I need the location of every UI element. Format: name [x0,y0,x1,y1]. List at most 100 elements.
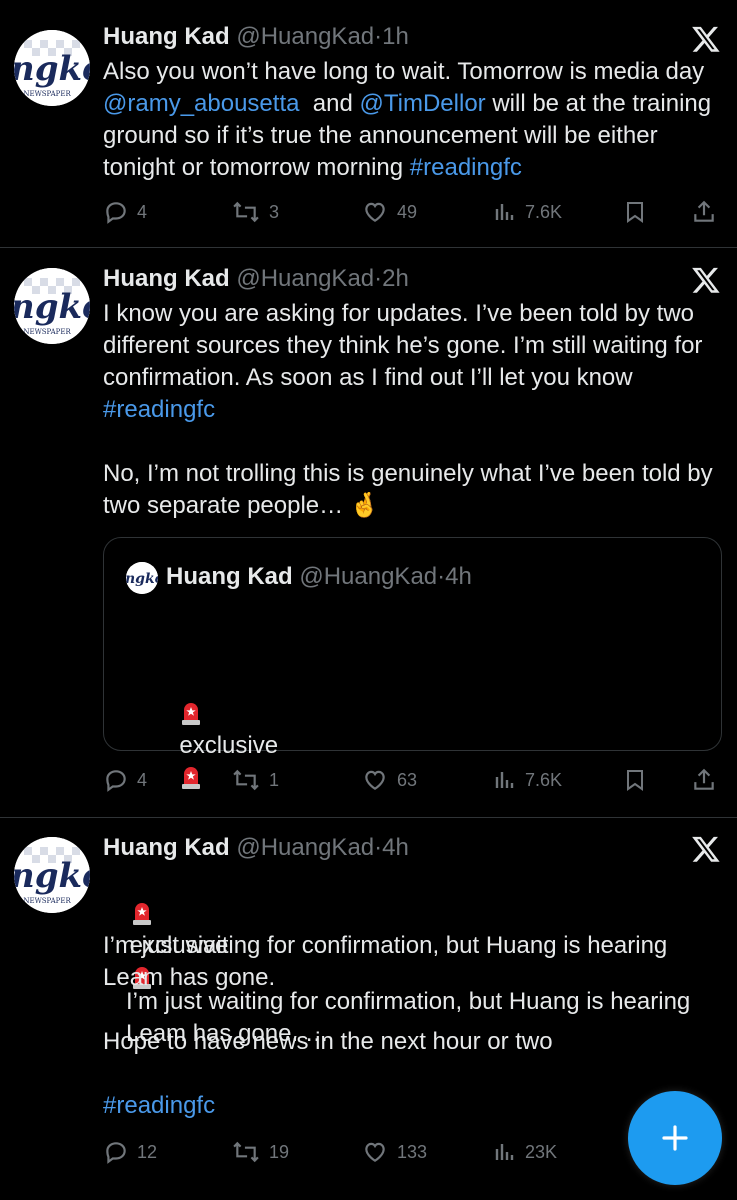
author-handle[interactable]: @HuangKad [236,23,374,50]
author-handle[interactable]: @HuangKad [236,265,374,292]
reply-count: 4 [137,201,148,222]
svg-text:E NEWSPAPER: E NEWSPAPER [16,328,72,336]
heart-icon [365,202,385,222]
tweet-header: Huang Kad @HuangKad·1h [103,22,409,52]
bookmark-icon [627,770,643,791]
reply-button[interactable]: 12 [103,1135,157,1169]
views-icon [495,772,514,788]
svg-text:E NEWSPAPER: E NEWSPAPER [16,90,72,98]
like-button[interactable]: 63 [361,763,417,797]
repost-icon [233,1141,259,1163]
author-name[interactable]: Huang Kad [103,265,230,292]
quote-timestamp: 4h [445,563,472,590]
quoted-tweet[interactable]: ngko Huang Kad @HuangKad·4h exclusive I’… [103,537,722,1047]
like-count: 133 [397,1141,428,1162]
repost-icon [233,769,259,791]
author-handle[interactable]: @HuangKad [236,834,374,861]
mention-link[interactable]: @TimDellor [360,90,486,117]
hashtag-link[interactable]: #readingfc [410,154,522,181]
tweet-1[interactable]: ngko E NEWSPAPER Huang Kad @HuangKad·1h … [0,0,737,248]
text-segment: Also you won’t have long to wait. Tomorr… [103,58,711,85]
views-icon [495,204,514,220]
repost-button[interactable]: 3 [231,195,279,229]
reply-icon [106,202,126,224]
tweet-text: I know you are asking for updates. I’ve … [103,298,723,522]
timestamp[interactable]: 2h [382,265,409,292]
svg-text:E NEWSPAPER: E NEWSPAPER [16,897,72,905]
tweet-text: I’m just waiting for confirmation, but H… [103,930,723,1122]
avatar[interactable]: ngko E NEWSPAPER [14,837,90,913]
text-segment: I’m just waiting for confirmation, but H… [103,932,668,1055]
repost-button[interactable]: 1 [231,763,279,797]
views-button[interactable]: 7.6K [493,763,562,797]
share-button[interactable] [691,763,725,797]
views-count: 7.6K [525,769,563,790]
repost-icon [233,201,259,223]
x-logo-icon[interactable] [691,24,721,54]
separator: · [374,265,383,292]
quote-author-name: Huang Kad [166,563,293,590]
action-bar: 4 3 49 7.6K [103,195,723,229]
plus-icon [662,1125,688,1151]
x-logo-icon[interactable] [691,834,721,864]
tweet-3[interactable]: ngko E NEWSPAPER Huang Kad @HuangKad·4h … [0,818,737,1200]
tweet-header: Huang Kad @HuangKad·4h [103,833,409,863]
quote-author-handle: @HuangKad [299,563,438,590]
text-segment: No, I’m not trolling this is genuinely w… [103,460,713,519]
text-segment: and [299,90,360,117]
like-button[interactable]: 49 [361,195,417,229]
svg-text:ngko: ngko [14,287,90,327]
heart-icon [365,1142,385,1162]
separator: · [437,563,446,590]
views-button[interactable]: 7.6K [493,195,562,229]
x-logo-icon[interactable] [691,265,721,295]
mention-link[interactable]: @ramy_abousetta [103,90,299,117]
like-count: 49 [397,201,418,222]
compose-button[interactable] [628,1091,722,1185]
reply-button[interactable]: 4 [103,195,147,229]
action-bar: 4 1 63 7.6K [103,763,723,797]
reply-count: 4 [137,769,148,790]
svg-text:ngko: ngko [14,856,90,896]
svg-text:ngko: ngko [14,49,90,89]
repost-count: 1 [269,769,280,790]
hashtag-link[interactable]: #readingfc [103,1092,215,1119]
siren-emoji [132,903,151,925]
bookmark-icon [627,202,643,223]
hashtag-link[interactable]: #readingfc [103,396,215,423]
svg-text:ngko: ngko [126,571,158,587]
timestamp[interactable]: 4h [382,834,409,861]
views-icon [495,1144,514,1160]
like-button[interactable]: 133 [361,1135,427,1169]
author-name[interactable]: Huang Kad [103,23,230,50]
reply-icon [106,770,126,792]
bookmark-button[interactable] [623,763,655,797]
repost-button[interactable]: 19 [231,1135,289,1169]
quote-first-line: exclusive [126,666,706,826]
views-count: 7.6K [525,201,563,222]
reply-button[interactable]: 4 [103,763,147,797]
repost-count: 3 [269,201,280,222]
views-button[interactable]: 23K [493,1135,557,1169]
share-icon [694,768,714,790]
avatar[interactable]: ngko E NEWSPAPER [14,268,90,344]
timestamp[interactable]: 1h [382,23,409,50]
avatar[interactable]: ngko E NEWSPAPER [14,30,90,106]
like-count: 63 [397,769,418,790]
siren-emoji [182,703,201,725]
bookmark-button[interactable] [623,195,655,229]
separator: · [374,834,383,861]
quote-avatar[interactable]: ngko [126,562,158,594]
text-segment: I know you are asking for updates. I’ve … [103,300,703,391]
views-count: 23K [525,1141,558,1162]
reply-icon [106,1142,126,1164]
author-name[interactable]: Huang Kad [103,834,230,861]
heart-icon [365,770,385,790]
share-icon [694,200,714,222]
share-button[interactable] [691,195,725,229]
separator: · [374,23,383,50]
tweet-2[interactable]: ngko E NEWSPAPER Huang Kad @HuangKad·2h … [0,248,737,1047]
repost-count: 19 [269,1141,290,1162]
reply-count: 12 [137,1141,158,1162]
tweet-text: Also you won’t have long to wait. Tomorr… [103,56,723,184]
